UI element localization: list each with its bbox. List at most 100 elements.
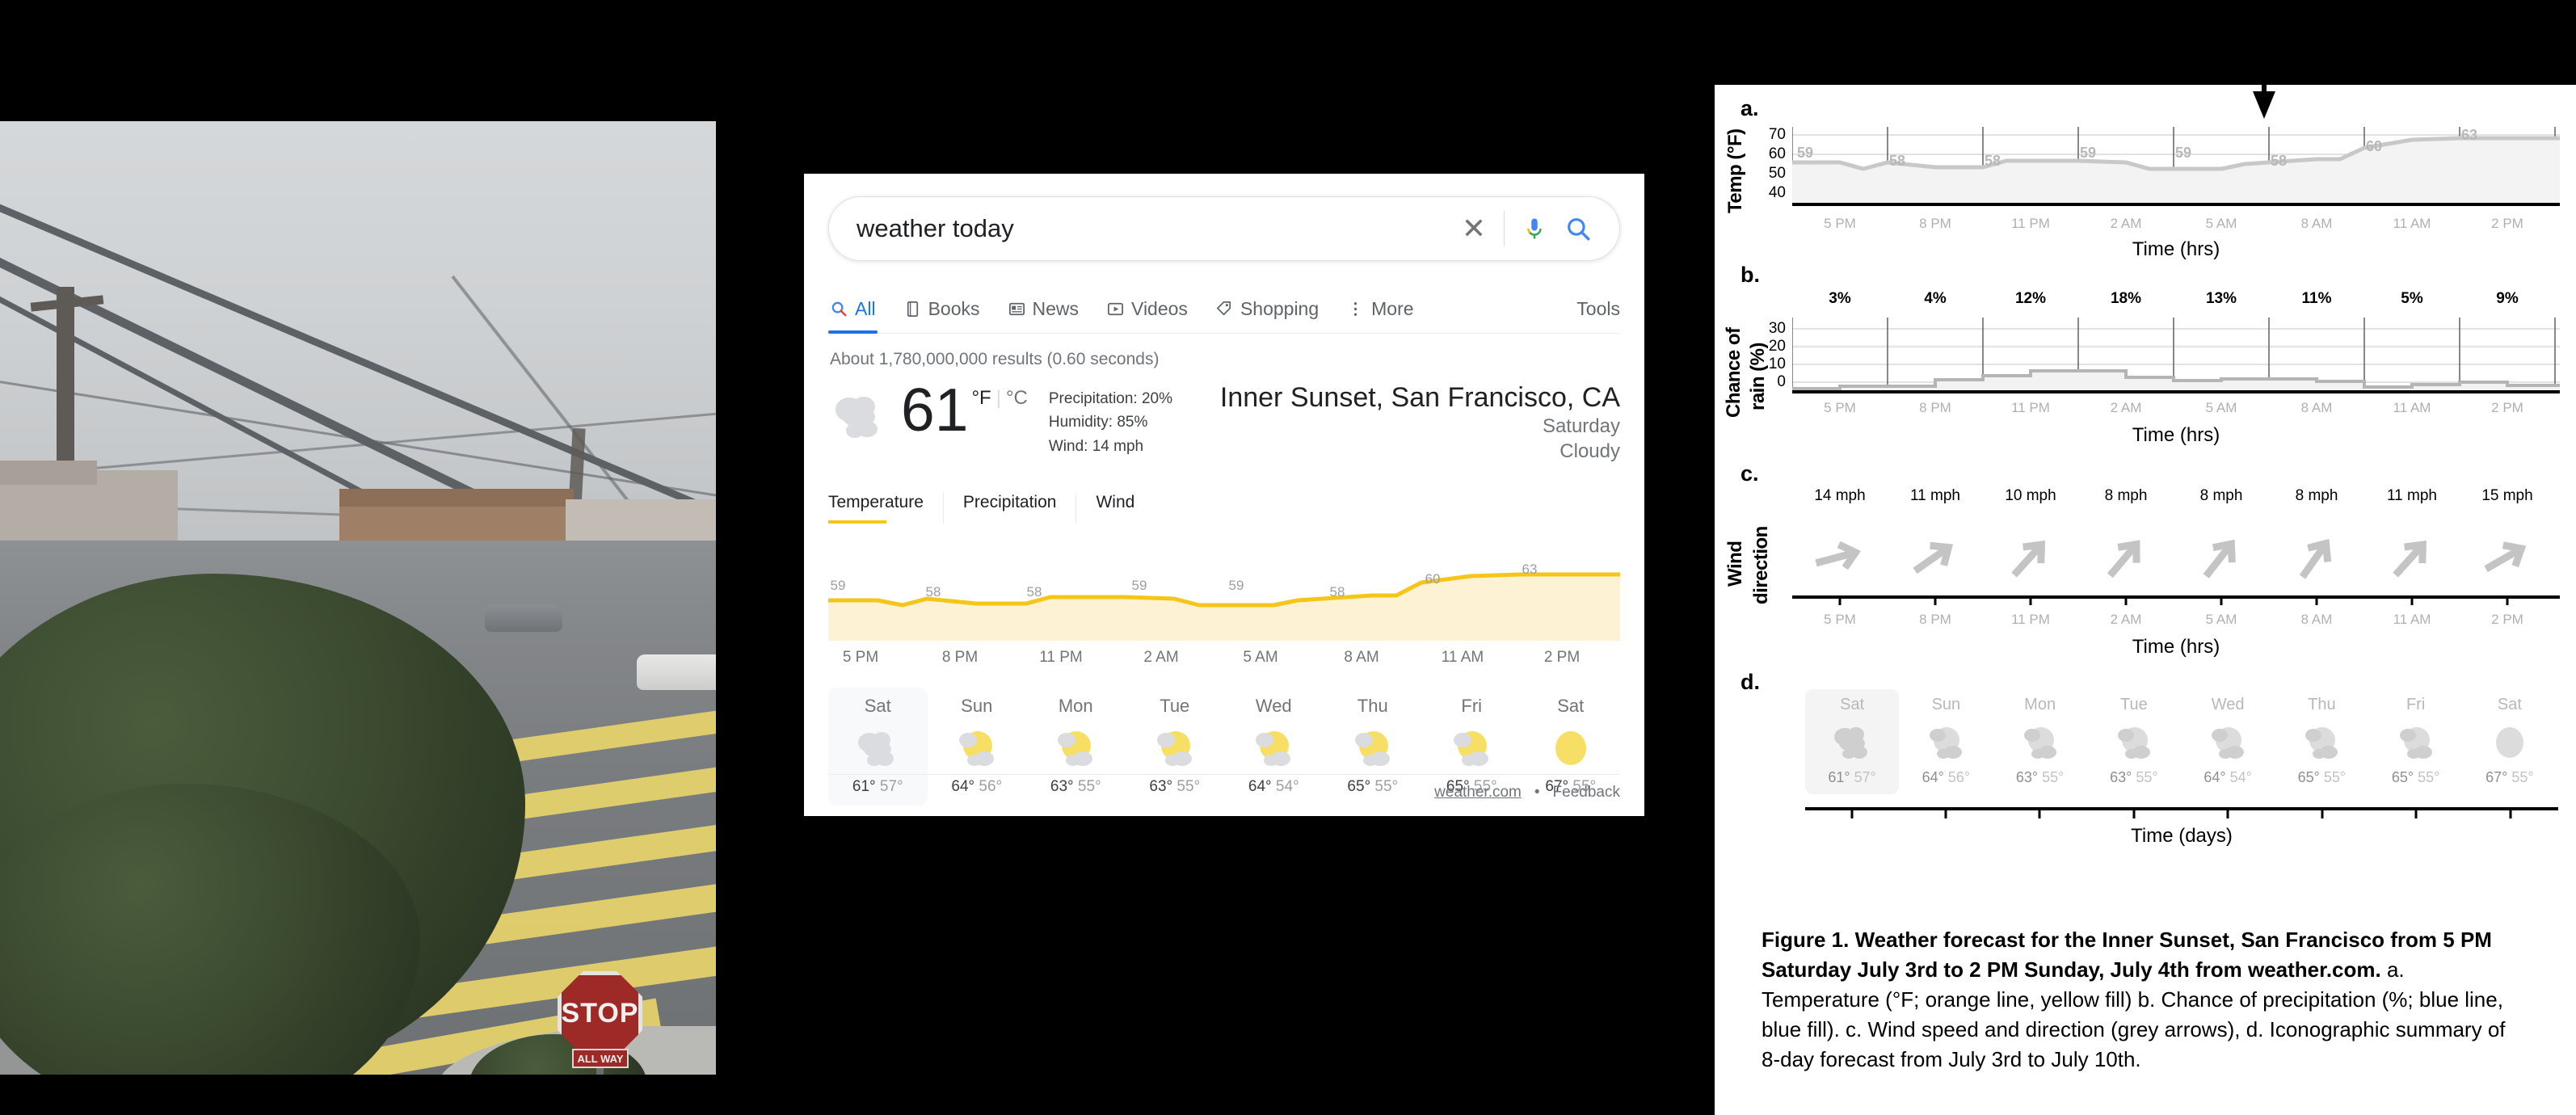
- tab-all[interactable]: All: [828, 285, 878, 334]
- close-icon[interactable]: ✕: [1462, 214, 1486, 243]
- more-vertical-icon: [1354, 302, 1357, 316]
- tab-shopping[interactable]: Shopping: [1214, 285, 1320, 333]
- forecast-high: 61°: [1828, 769, 1850, 785]
- weather-source-link[interactable]: weather.com: [1434, 784, 1522, 802]
- stop-sign-face: STOP: [558, 971, 642, 1056]
- panel-b-value-labels: 3% 4% 12% 18% 13% 11% 5% 9%: [1829, 290, 2519, 307]
- parked-car-white: [637, 654, 716, 690]
- book-icon: [907, 301, 918, 317]
- panel-b: b. Chance of rain (%) 3% 4% 12% 18% 13% 11%…: [1715, 255, 2576, 457]
- partly-cloudy-icon: [2181, 719, 2275, 766]
- tab-precipitation[interactable]: Precipitation: [942, 493, 1076, 524]
- hour-tick: 5 PM: [842, 649, 879, 667]
- unit-celsius[interactable]: °C: [1006, 387, 1028, 410]
- forecast-day: Tue 63° 55°: [2087, 689, 2181, 794]
- forecast-day-name: Tue: [1160, 696, 1190, 717]
- forecast-low: 54°: [2229, 769, 2252, 785]
- cloudy-icon: [1805, 719, 1899, 766]
- search-bar-icons: ✕: [1462, 211, 1592, 246]
- forecast-low: 56°: [1947, 769, 1971, 785]
- partly-cloudy-icon: [1224, 723, 1324, 773]
- hour-tick: 2 AM: [1143, 649, 1179, 667]
- video-icon: [1108, 302, 1124, 316]
- partly-cloudy-icon: [2369, 719, 2463, 766]
- panel-a: a. Temp (°F) 70 60 50 40 59 58 58 59 59 …: [1715, 85, 2576, 260]
- forecast-temps: 63° 55°: [1993, 769, 2087, 786]
- forecast-day-name: Wed: [1255, 696, 1292, 717]
- tab-more[interactable]: More: [1345, 285, 1415, 333]
- news-icon: [1008, 302, 1025, 316]
- unit-fahrenheit[interactable]: °F: [971, 387, 991, 410]
- forecast-day-name: Thu: [1357, 696, 1388, 717]
- panel-a-yticks: 70 60 50 40: [1768, 126, 1786, 201]
- forecast-low: 55°: [2042, 769, 2065, 785]
- panel-b-label: b.: [1740, 263, 1760, 287]
- stop-sign: STOP: [558, 971, 642, 1056]
- forecast-day-name: Sat: [1557, 696, 1585, 717]
- search-input[interactable]: [857, 214, 1462, 243]
- search-bar[interactable]: ✕: [828, 196, 1620, 261]
- tab-label: Books: [928, 298, 980, 319]
- forecast-temps: 63° 55°: [2087, 769, 2181, 786]
- figure-caption: Figure 1. Weather forecast for the Inner…: [1762, 925, 2513, 1075]
- forecast-day: Thu 65° 55°: [2275, 689, 2368, 794]
- tab-wind[interactable]: Wind: [1075, 493, 1154, 524]
- search-icon[interactable]: [1564, 215, 1592, 242]
- forecast-high: 63°: [2015, 769, 2039, 785]
- forecast-day-name: Sat: [864, 696, 891, 717]
- forecast-high: 67°: [2486, 769, 2508, 785]
- panel-b-xlabel: Time (hrs): [2132, 424, 2220, 446]
- search-icon: [831, 301, 847, 317]
- forecast-high: 65°: [2297, 769, 2320, 785]
- current-temperature: 61: [901, 376, 969, 444]
- temp-point-label: 58: [1329, 584, 1345, 600]
- location-name[interactable]: Inner Sunset, San Francisco, CA: [1220, 382, 1620, 414]
- microphone-icon[interactable]: [1522, 213, 1547, 244]
- panel-a-point-labels: 59 58 58 59 59 58 60 63: [1797, 127, 2478, 169]
- forecast-low: 55°: [2511, 769, 2534, 785]
- weather-location-block: Inner Sunset, San Francisco, CA Saturday…: [1220, 382, 1620, 464]
- feedback-link[interactable]: Feedback: [1553, 784, 1620, 802]
- weather-day: Saturday: [1542, 415, 1620, 437]
- forecast-high: 64°: [1921, 769, 1944, 785]
- tab-books[interactable]: Books: [902, 285, 982, 333]
- forecast-high: 63°: [2110, 769, 2132, 785]
- unit-separator: |: [995, 387, 1001, 409]
- temp-point-label: 59: [830, 578, 846, 594]
- panel-b-chart: [1792, 318, 2560, 393]
- hour-tick: 11 AM: [1441, 649, 1484, 667]
- forecast-day-name: Sat: [2497, 696, 2522, 713]
- cloudy-icon: [828, 723, 928, 773]
- temperature-chart: 59 58 58 59 59 58 60 63: [828, 562, 1620, 642]
- forecast-high: 64°: [2203, 769, 2226, 785]
- ylabel-line1: Wind: [1724, 541, 1746, 587]
- building: [339, 489, 574, 507]
- forecast-day-name: Mon: [2024, 696, 2056, 713]
- panel-d-axis: [1805, 807, 2558, 818]
- forecast-day-name: Sun: [961, 696, 993, 717]
- tab-label: Videos: [1131, 298, 1188, 319]
- tab-videos[interactable]: Videos: [1105, 285, 1189, 333]
- forecast-day-name: Tue: [2120, 696, 2148, 713]
- divider: [828, 774, 1620, 775]
- forecast-day-name: Wed: [2211, 696, 2245, 713]
- forecast-day-name: Mon: [1058, 696, 1093, 717]
- partly-cloudy-icon: [1993, 719, 2087, 766]
- tab-label: More: [1371, 298, 1414, 319]
- tab-news[interactable]: News: [1006, 285, 1081, 333]
- forecast-low: 55°: [2136, 769, 2158, 785]
- forecast-day: Sat 67° 55°: [2463, 689, 2557, 794]
- panel-d-forecast: Sat 61° 57° Sun 64° 56° Mon 63° 55° Tue …: [1805, 689, 2557, 794]
- hour-tick: 2 PM: [1543, 649, 1581, 667]
- tab-temperature[interactable]: Temperature: [828, 493, 943, 524]
- forecast-day: Fri 65° 55°: [2369, 689, 2463, 794]
- tools-button[interactable]: Tools: [1576, 298, 1620, 320]
- panel-c-label: c.: [1740, 461, 1759, 486]
- forecast-day-name: Fri: [2406, 696, 2426, 713]
- weather-metric-tabs: Temperature Precipitation Wind: [828, 493, 1620, 524]
- partly-cloudy-icon: [1899, 719, 1993, 766]
- tab-label: News: [1032, 298, 1080, 319]
- partly-cloudy-icon: [1126, 723, 1225, 773]
- panel-c-xlabel: Time (hrs): [2132, 636, 2220, 658]
- hour-tick: 8 AM: [1344, 649, 1379, 667]
